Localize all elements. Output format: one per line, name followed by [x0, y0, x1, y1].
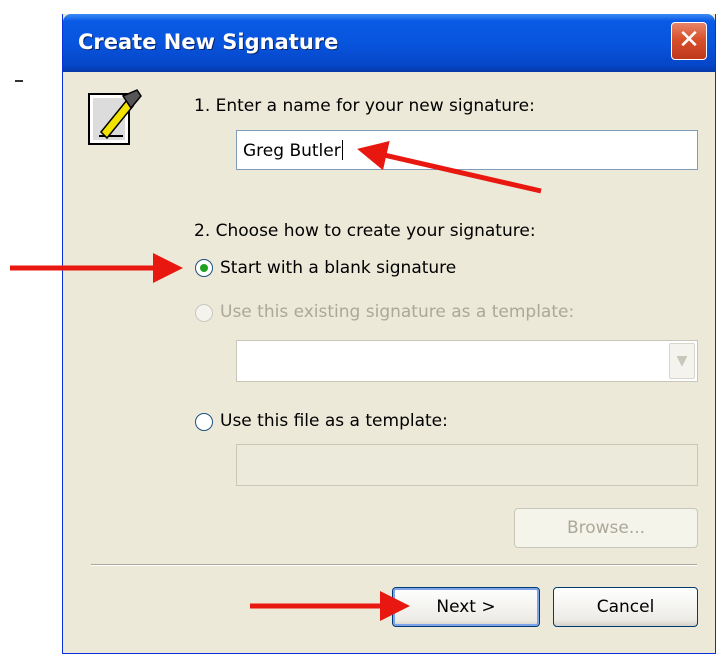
arrow-to-name-field [357, 140, 542, 194]
annotation-arrows [10, 140, 542, 621]
